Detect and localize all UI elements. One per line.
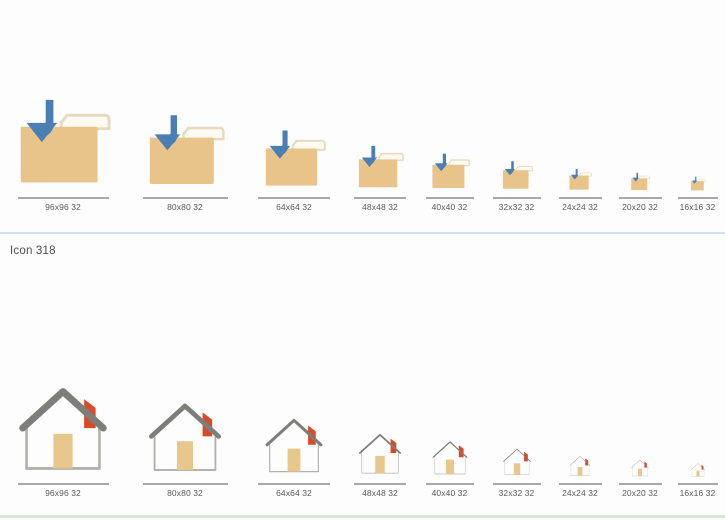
house-icon-preview[interactable] xyxy=(262,378,326,478)
icon-size-cell[interactable]: 24x24 32 xyxy=(550,92,610,213)
house-icon-preview[interactable] xyxy=(501,378,533,478)
folder-download-icon-preview[interactable] xyxy=(630,92,650,192)
house-icon xyxy=(569,456,591,476)
icon-size-cell[interactable]: 40x40 32 xyxy=(416,378,483,499)
size-label: 96x96 32 xyxy=(45,202,81,212)
house-icon-preview[interactable] xyxy=(145,378,225,478)
folder-download-icon xyxy=(265,130,326,186)
icon-size-cell[interactable]: 40x40 32 xyxy=(416,92,483,213)
size-label-rule xyxy=(258,197,330,199)
house-icon-preview[interactable] xyxy=(568,378,592,478)
house-icon xyxy=(149,403,222,471)
size-label-rule xyxy=(354,197,406,199)
size-label: 20x20 32 xyxy=(622,202,658,212)
folder-download-icon xyxy=(690,176,706,191)
size-label: 48x48 32 xyxy=(362,202,398,212)
folder-icon-size-section: 96x96 32 80x80 32 64x64 32 48x48 32 40x4… xyxy=(0,92,725,213)
size-label-rule xyxy=(492,197,541,199)
icon-size-cell[interactable]: 80x80 32 xyxy=(126,92,244,213)
size-label: 48x48 32 xyxy=(362,488,398,498)
house-icon xyxy=(358,433,402,474)
house-icon-size-section: 96x96 32 80x80 32 64x64 32 48x48 32 40x4… xyxy=(0,378,725,499)
size-label: 32x32 32 xyxy=(498,202,535,212)
size-label: 40x40 32 xyxy=(431,202,468,212)
size-label: 20x20 32 xyxy=(622,488,658,498)
folder-download-icon xyxy=(502,161,533,189)
folder-download-icon-preview[interactable] xyxy=(430,92,470,192)
icon-size-cell[interactable]: 64x64 32 xyxy=(244,92,344,213)
icon-size-cell[interactable]: 20x20 32 xyxy=(610,92,670,213)
size-label-rule xyxy=(558,483,602,485)
house-icon-preview[interactable] xyxy=(15,378,111,478)
size-label-rule xyxy=(677,197,718,199)
size-label: 80x80 32 xyxy=(167,202,203,212)
size-label-rule xyxy=(354,483,406,485)
folder-download-icon-preview[interactable] xyxy=(690,92,706,192)
folder-download-icon xyxy=(569,168,592,190)
size-label-rule xyxy=(17,197,109,199)
icon-size-cell[interactable]: 16x16 32 xyxy=(670,92,725,213)
size-label-rule xyxy=(258,483,330,485)
size-label-rule xyxy=(142,197,228,199)
size-label: 24x24 32 xyxy=(562,202,598,212)
size-label-rule xyxy=(17,483,109,485)
icon-size-cell[interactable]: 80x80 32 xyxy=(126,378,244,499)
size-label-rule xyxy=(677,483,718,485)
house-icon xyxy=(19,388,107,470)
size-label-rule xyxy=(558,197,602,199)
section-divider-green xyxy=(0,515,725,518)
folder-download-icon xyxy=(149,115,225,184)
folder-download-icon-preview[interactable] xyxy=(15,92,111,192)
icon-size-cell[interactable]: 48x48 32 xyxy=(344,92,416,213)
icon-size-cell[interactable]: 96x96 32 xyxy=(0,378,126,499)
house-icon xyxy=(502,448,531,475)
size-label-rule xyxy=(492,483,541,485)
size-label-rule xyxy=(425,483,474,485)
icon-size-cell[interactable]: 48x48 32 xyxy=(344,378,416,499)
folder-download-icon xyxy=(20,99,111,183)
icon-size-preview-page: 96x96 32 80x80 32 64x64 32 48x48 32 40x4… xyxy=(0,0,725,521)
section-caption: Icon 318 xyxy=(10,245,56,257)
folder-download-icon-preview[interactable] xyxy=(262,92,326,192)
house-icon-preview[interactable] xyxy=(356,378,404,478)
size-label: 16x16 32 xyxy=(679,488,716,498)
size-label-rule xyxy=(425,197,474,199)
house-icon xyxy=(265,418,323,473)
size-label: 32x32 32 xyxy=(498,488,535,498)
size-label-rule xyxy=(618,483,662,485)
icon-size-cell[interactable]: 32x32 32 xyxy=(483,378,550,499)
icon-size-cell[interactable]: 32x32 32 xyxy=(483,92,550,213)
section-divider-blue xyxy=(0,232,725,234)
icon-size-cell[interactable]: 24x24 32 xyxy=(550,378,610,499)
size-label: 16x16 32 xyxy=(679,202,716,212)
folder-download-icon-preview[interactable] xyxy=(356,92,404,192)
icon-size-cell[interactable]: 96x96 32 xyxy=(0,92,126,213)
house-icon xyxy=(432,441,467,475)
folder-download-icon xyxy=(431,153,470,188)
size-label-rule xyxy=(142,483,228,485)
folder-download-icon xyxy=(358,145,404,188)
size-label: 64x64 32 xyxy=(276,202,312,212)
house-icon-preview[interactable] xyxy=(690,378,706,478)
house-icon-preview[interactable] xyxy=(430,378,470,478)
size-label: 80x80 32 xyxy=(167,488,203,498)
house-icon-row: 96x96 32 80x80 32 64x64 32 48x48 32 40x4… xyxy=(0,378,725,499)
house-icon xyxy=(690,463,705,477)
icon-size-cell[interactable]: 64x64 32 xyxy=(244,378,344,499)
folder-download-icon-preview[interactable] xyxy=(568,92,592,192)
size-label: 64x64 32 xyxy=(276,488,312,498)
size-label: 24x24 32 xyxy=(562,488,598,498)
house-icon xyxy=(631,459,649,477)
folder-download-icon-preview[interactable] xyxy=(501,92,533,192)
folder-download-icon-preview[interactable] xyxy=(145,92,225,192)
icon-size-cell[interactable]: 20x20 32 xyxy=(610,378,670,499)
size-label-rule xyxy=(618,197,662,199)
icon-size-cell[interactable]: 16x16 32 xyxy=(670,378,725,499)
house-icon-preview[interactable] xyxy=(630,378,650,478)
folder-icon-row: 96x96 32 80x80 32 64x64 32 48x48 32 40x4… xyxy=(0,92,725,213)
size-label: 40x40 32 xyxy=(431,488,468,498)
size-label: 96x96 32 xyxy=(45,488,81,498)
folder-download-icon xyxy=(631,172,650,190)
